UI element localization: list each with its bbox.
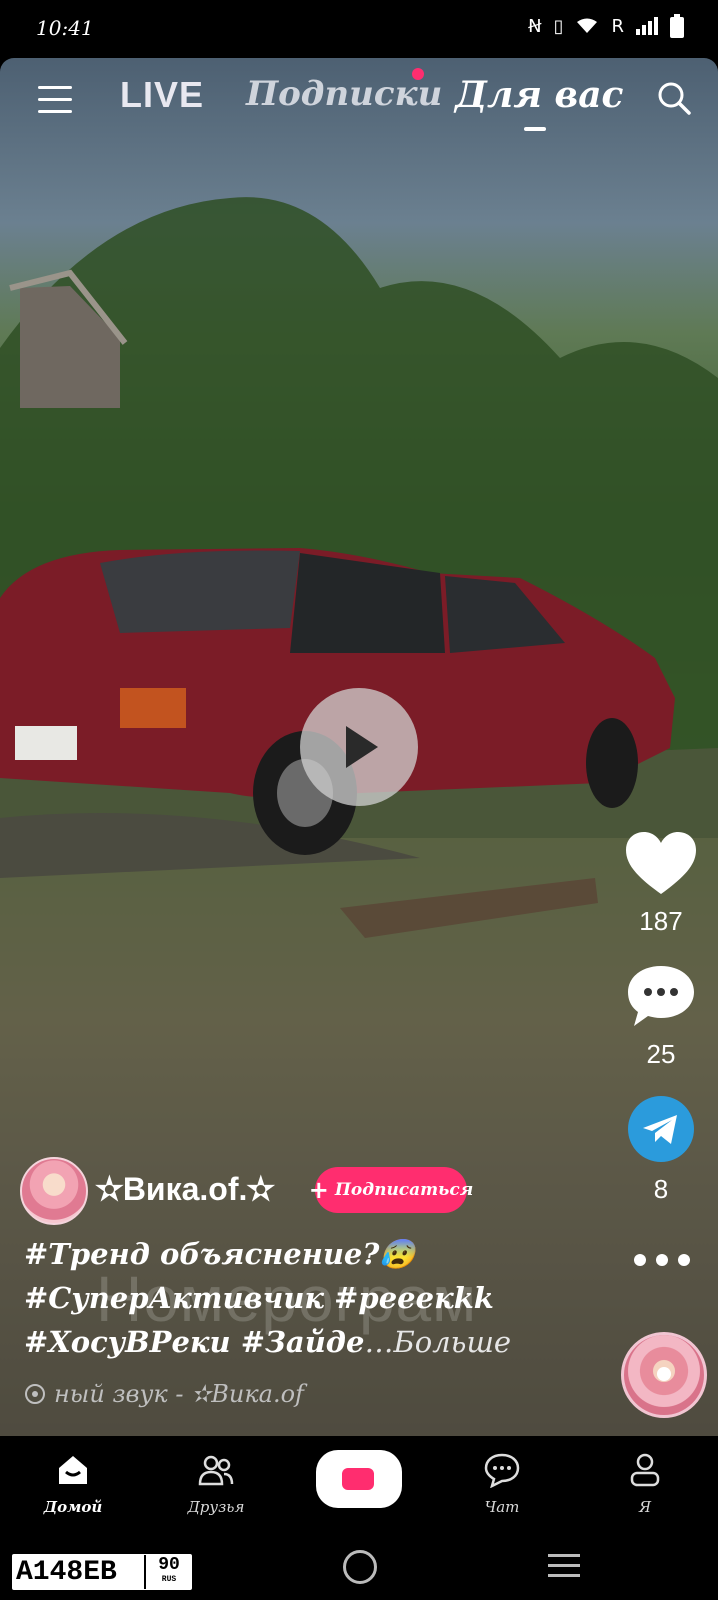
battery-icon xyxy=(670,14,684,38)
chat-icon xyxy=(484,1453,520,1489)
caption-line-3-text: #ХосуВРеки #Зайде xyxy=(24,1325,365,1359)
share-count: 8 xyxy=(653,1174,669,1204)
search-icon[interactable] xyxy=(656,80,692,116)
tab-live[interactable]: LIVE xyxy=(120,74,204,116)
play-button[interactable] xyxy=(300,688,418,806)
comment-count: 25 xyxy=(646,1039,676,1069)
tab-for-you[interactable]: Для вас xyxy=(455,74,623,116)
comment-icon[interactable] xyxy=(628,966,694,1028)
nav-profile-label: Я xyxy=(638,1498,652,1516)
caption-more-link[interactable]: …Больше xyxy=(364,1325,511,1359)
app-screen: 10:41 Ꞥ ▯ R LIVE Подписки Для вас 187 25… xyxy=(0,0,718,1600)
vibrate-icon: ▯ xyxy=(553,15,564,37)
caption-line-1: #Тренд объяснение?😰 xyxy=(24,1237,416,1271)
profile-icon xyxy=(630,1453,660,1487)
signal-icon xyxy=(636,17,658,35)
nav-home-label: Домой xyxy=(43,1498,103,1516)
nav-profile[interactable]: Я xyxy=(600,1452,690,1516)
status-icons: Ꞥ ▯ R xyxy=(528,14,684,38)
system-home-button[interactable] xyxy=(343,1550,377,1584)
nav-chat[interactable]: Чат xyxy=(457,1452,547,1516)
network-letter: R xyxy=(611,15,624,37)
sound-text: ный звук - ✫Вика.of xyxy=(54,1380,304,1408)
nfc-icon: Ꞥ xyxy=(528,15,542,37)
friends-icon xyxy=(198,1455,234,1486)
plate-number: А148ЕВ xyxy=(16,1556,117,1588)
license-plate-sticker: А148ЕВ 90 RUS xyxy=(10,1552,194,1592)
author-username[interactable]: ✫Вика.of.✫ xyxy=(96,1170,274,1208)
nav-friends-label: Друзья xyxy=(187,1498,245,1516)
heart-icon[interactable] xyxy=(626,832,696,896)
music-disc-icon[interactable] xyxy=(621,1332,707,1418)
tab-subscriptions[interactable]: Подписки xyxy=(246,74,442,114)
telegram-share-icon[interactable] xyxy=(628,1096,694,1162)
bottom-navigation: Домой Друзья Чат Я xyxy=(0,1436,718,1538)
nav-friends[interactable]: Друзья xyxy=(171,1452,261,1516)
video-caption[interactable]: #Тренд объяснение?😰 #СуперАктивчик #реее… xyxy=(24,1232,624,1364)
follow-button[interactable]: + Подписаться xyxy=(309,1167,473,1213)
system-recents-button[interactable] xyxy=(548,1554,580,1578)
notification-dot xyxy=(412,68,424,80)
nav-home[interactable]: Домой xyxy=(28,1452,118,1516)
status-bar: 10:41 Ꞥ ▯ R xyxy=(0,0,718,58)
sound-label[interactable]: ный звук - ✫Вика.of xyxy=(24,1380,304,1408)
menu-icon[interactable] xyxy=(38,86,72,116)
like-count: 187 xyxy=(639,906,683,936)
author-avatar[interactable] xyxy=(20,1157,88,1225)
plate-country: RUS xyxy=(161,1575,177,1584)
plate-region: 90 RUS xyxy=(144,1555,192,1589)
more-options-icon[interactable] xyxy=(634,1254,690,1270)
music-icon xyxy=(25,1384,45,1404)
caption-line-3: #ХосуВРеки #Зайде…Больше xyxy=(24,1320,624,1364)
follow-label: Подписаться xyxy=(334,1180,474,1200)
caption-line-2: #СуперАктивчик #рееекkk xyxy=(24,1281,494,1315)
create-video-button[interactable] xyxy=(316,1450,402,1508)
active-tab-indicator xyxy=(524,127,546,131)
wifi-icon xyxy=(577,18,598,33)
nav-chat-label: Чат xyxy=(484,1498,520,1516)
status-time: 10:41 xyxy=(36,16,94,40)
plus-icon: + xyxy=(308,1176,329,1204)
plate-region-code: 90 xyxy=(158,1555,180,1575)
home-icon xyxy=(59,1456,87,1484)
